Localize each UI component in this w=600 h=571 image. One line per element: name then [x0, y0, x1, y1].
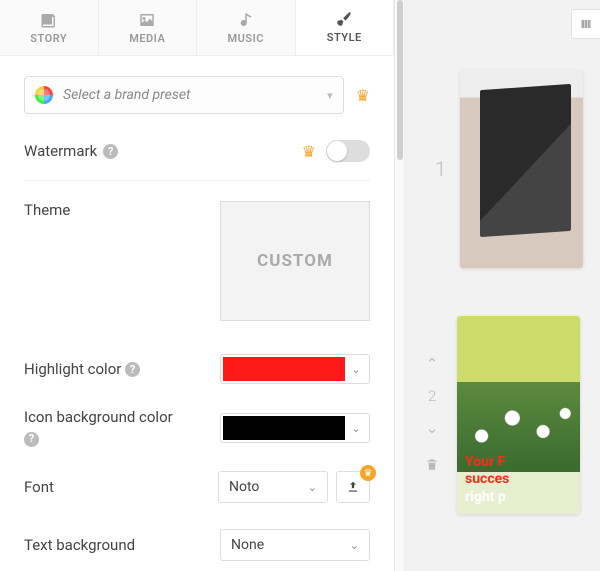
highlight-color-swatch — [223, 357, 345, 381]
move-slide-up-button[interactable]: ⌃ — [421, 355, 443, 373]
move-slide-down-button[interactable]: ⌄ — [421, 419, 443, 437]
image-icon — [137, 11, 157, 29]
palette-icon — [35, 86, 53, 104]
tab-music-label: MUSIC — [228, 32, 264, 45]
slide-2-caption: Your F succes right p — [465, 454, 576, 507]
icon-bg-color-picker[interactable]: ⌄ — [220, 413, 370, 443]
tab-style-label: STYLE — [327, 31, 362, 44]
slide-2-index: 2 — [421, 387, 443, 405]
panel-collapse-button[interactable] — [571, 9, 600, 39]
chevron-down-icon: ⌄ — [308, 481, 317, 494]
tab-media[interactable]: MEDIA — [99, 0, 198, 55]
highlight-color-label: Highlight color — [24, 360, 121, 378]
brand-preset-placeholder: Select a brand preset — [63, 87, 327, 103]
icon-bg-swatch — [223, 416, 345, 440]
text-bg-select[interactable]: None ⌄ — [220, 529, 370, 561]
tab-style[interactable]: STYLE — [296, 0, 395, 55]
theme-selector[interactable]: CUSTOM — [220, 201, 370, 321]
crown-icon: ♛ — [356, 86, 370, 105]
tab-media-label: MEDIA — [129, 32, 165, 45]
tab-music[interactable]: MUSIC — [197, 0, 296, 55]
font-value: Noto — [229, 479, 259, 495]
watermark-toggle[interactable] — [326, 140, 370, 162]
text-bg-label: Text background — [24, 535, 184, 556]
brush-icon — [334, 10, 354, 28]
delete-slide-button[interactable] — [421, 457, 443, 476]
upload-icon — [346, 480, 360, 494]
chevron-down-icon: ⌄ — [350, 539, 359, 552]
newspaper-icon — [39, 11, 59, 29]
chevron-down-icon: ▾ — [327, 89, 333, 102]
music-icon — [236, 11, 256, 29]
help-icon[interactable]: ? — [125, 362, 140, 377]
text-bg-value: None — [231, 537, 264, 553]
chevron-down-icon: ⌄ — [345, 422, 367, 435]
trash-icon — [425, 457, 439, 472]
slide-thumbnail-2[interactable]: Your F succes right p — [457, 316, 580, 514]
tab-story-label: STORY — [30, 32, 67, 45]
help-icon[interactable]: ? — [24, 432, 39, 447]
crown-icon: ♛ — [302, 142, 316, 161]
brand-preset-select[interactable]: Select a brand preset ▾ — [24, 76, 344, 114]
left-scrollbar[interactable] — [395, 0, 405, 571]
scrollbar-thumb[interactable] — [397, 0, 403, 160]
tab-story[interactable]: STORY — [0, 0, 99, 55]
font-label: Font — [24, 477, 184, 498]
columns-icon — [579, 18, 593, 30]
theme-label: Theme — [24, 201, 70, 219]
icon-bg-label: Icon background color — [24, 408, 173, 426]
font-select[interactable]: Noto ⌄ — [218, 471, 328, 503]
highlight-color-picker[interactable]: ⌄ — [220, 354, 370, 384]
watermark-label: Watermark — [24, 142, 97, 160]
upload-font-button[interactable]: ♛ — [336, 471, 370, 503]
slide-1-index: 1 — [435, 157, 446, 181]
slide-thumbnail-1[interactable] — [460, 70, 583, 268]
premium-badge-icon: ♛ — [360, 465, 376, 481]
help-icon[interactable]: ? — [103, 144, 118, 159]
theme-value: CUSTOM — [257, 251, 333, 271]
chevron-down-icon: ⌄ — [345, 363, 367, 376]
